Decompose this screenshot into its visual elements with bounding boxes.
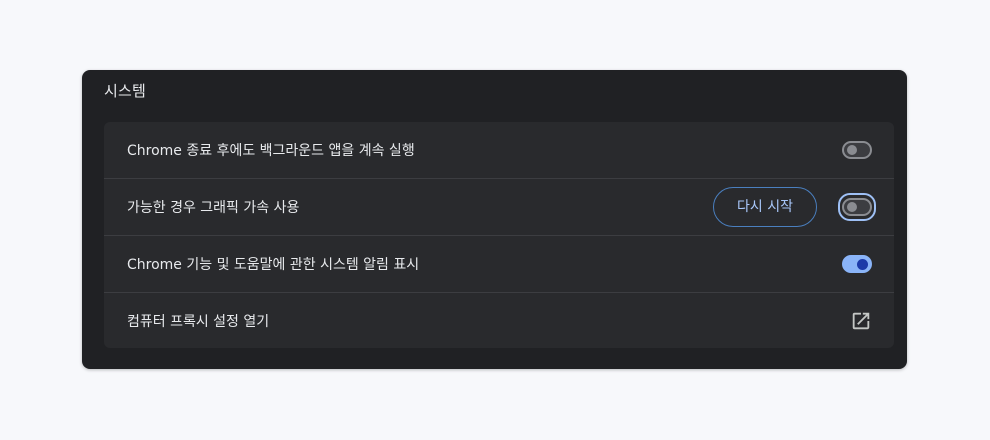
settings-card: Chrome 종료 후에도 백그라운드 앱을 계속 실행 가능한 경우 그래픽 … xyxy=(104,122,894,348)
toggle-knob xyxy=(857,259,868,270)
system-notifications-toggle[interactable] xyxy=(842,255,872,273)
setting-label: 컴퓨터 프록시 설정 열기 xyxy=(127,314,270,330)
setting-label: Chrome 종료 후에도 백그라운드 앱을 계속 실행 xyxy=(127,143,415,159)
setting-row-system-notifications[interactable]: Chrome 기능 및 도움말에 관한 시스템 알림 표시 xyxy=(104,235,894,291)
setting-row-background-apps[interactable]: Chrome 종료 후에도 백그라운드 앱을 계속 실행 xyxy=(104,122,894,178)
setting-row-proxy-settings[interactable]: 컴퓨터 프록시 설정 열기 xyxy=(104,292,894,348)
toggle-focus-ring xyxy=(838,193,876,221)
restart-button[interactable]: 다시 시작 xyxy=(713,187,817,227)
setting-row-hardware-acceleration[interactable]: 가능한 경우 그래픽 가속 사용 다시 시작 xyxy=(104,178,894,234)
hardware-acceleration-toggle[interactable] xyxy=(842,198,872,216)
background-apps-toggle[interactable] xyxy=(842,141,872,159)
toggle-knob xyxy=(847,145,857,155)
toggle-knob xyxy=(847,202,857,212)
section-title: 시스템 xyxy=(104,82,147,100)
settings-panel: 시스템 Chrome 종료 후에도 백그라운드 앱을 계속 실행 가능한 경우 … xyxy=(82,70,907,369)
setting-label: Chrome 기능 및 도움말에 관한 시스템 알림 표시 xyxy=(127,257,420,273)
setting-label: 가능한 경우 그래픽 가속 사용 xyxy=(127,200,300,216)
external-link-icon[interactable] xyxy=(850,310,872,332)
